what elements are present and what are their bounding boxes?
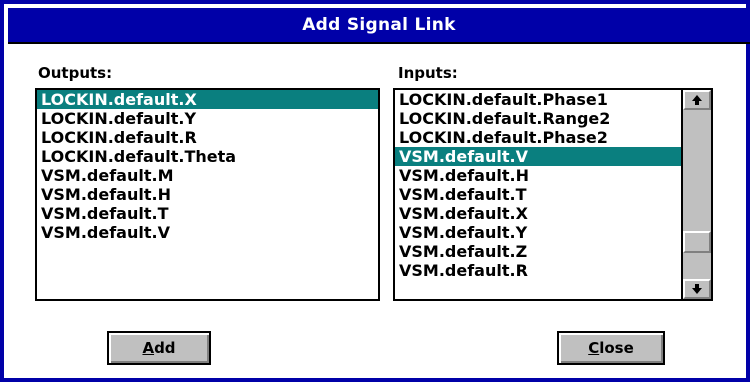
inputs-list-item[interactable]: LOCKIN.default.Range2 xyxy=(395,109,681,128)
outputs-label: Outputs: xyxy=(38,64,113,82)
scroll-thumb[interactable] xyxy=(683,230,711,253)
close-button-label: lose xyxy=(599,339,634,357)
inputs-list-item[interactable]: LOCKIN.default.Phase2 xyxy=(395,128,681,147)
inputs-label: Inputs: xyxy=(398,64,458,82)
add-button[interactable]: Add xyxy=(107,331,211,365)
close-button-mnemonic: C xyxy=(588,339,600,357)
arrow-down-icon xyxy=(692,284,702,294)
inputs-list-item[interactable]: VSM.default.T xyxy=(395,185,681,204)
inputs-listbox[interactable]: LOCKIN.default.Phase1 LOCKIN.default.Rang… xyxy=(393,88,713,301)
arrow-up-icon xyxy=(692,95,702,105)
outputs-list-item[interactable]: LOCKIN.default.Y xyxy=(37,109,378,128)
outputs-list-item[interactable]: LOCKIN.default.X xyxy=(37,90,378,109)
inputs-list-item[interactable]: VSM.default.R xyxy=(395,261,681,280)
inputs-list-item[interactable]: VSM.default.Y xyxy=(395,223,681,242)
add-button-label: dd xyxy=(154,339,176,357)
inputs-list: LOCKIN.default.Phase1 LOCKIN.default.Rang… xyxy=(395,90,681,280)
scroll-down-button[interactable] xyxy=(683,279,711,299)
inputs-list-item[interactable]: VSM.default.V xyxy=(395,147,681,166)
inputs-list-item[interactable]: VSM.default.H xyxy=(395,166,681,185)
outputs-list-item[interactable]: LOCKIN.default.Theta xyxy=(37,147,378,166)
scroll-up-button[interactable] xyxy=(683,90,711,110)
outputs-list: LOCKIN.default.X LOCKIN.default.Y LOCKIN.d… xyxy=(37,90,378,242)
inputs-list-item[interactable]: VSM.default.X xyxy=(395,204,681,223)
inputs-list-item[interactable]: VSM.default.Z xyxy=(395,242,681,261)
inputs-list-item[interactable]: LOCKIN.default.Phase1 xyxy=(395,90,681,109)
outputs-list-item[interactable]: VSM.default.T xyxy=(37,204,378,223)
outputs-list-item[interactable]: VSM.default.M xyxy=(37,166,378,185)
outputs-list-item[interactable]: VSM.default.V xyxy=(37,223,378,242)
outputs-list-item[interactable]: LOCKIN.default.R xyxy=(37,128,378,147)
close-button[interactable]: Close xyxy=(557,331,665,365)
dialog-title: Add Signal Link xyxy=(8,8,750,44)
inputs-scrollbar[interactable] xyxy=(681,90,711,299)
outputs-list-item[interactable]: VSM.default.H xyxy=(37,185,378,204)
add-button-mnemonic: A xyxy=(142,339,155,357)
outputs-listbox[interactable]: LOCKIN.default.X LOCKIN.default.Y LOCKIN.d… xyxy=(35,88,380,301)
